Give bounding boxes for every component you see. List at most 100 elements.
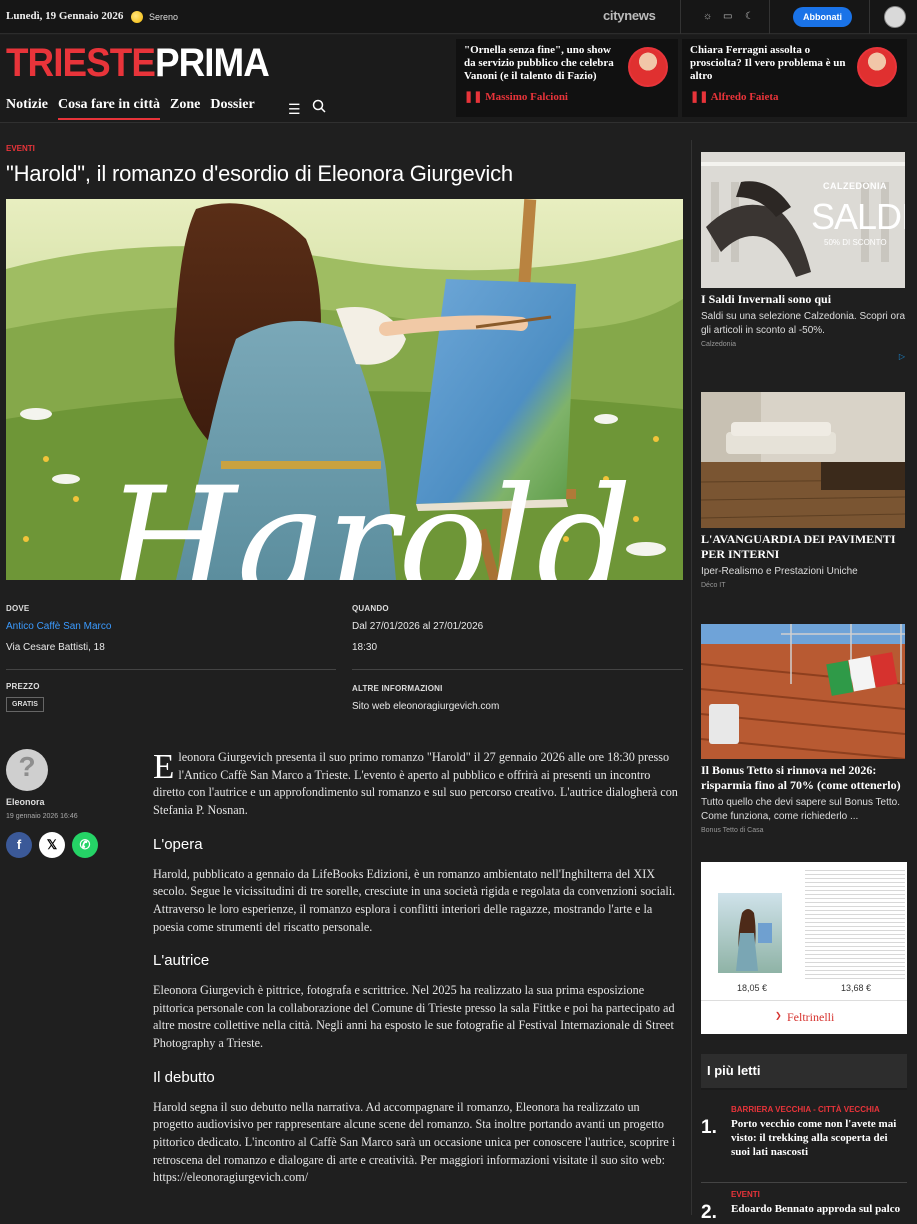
divider <box>769 0 770 34</box>
ad-image <box>701 392 905 528</box>
logo-red-part: TRIESTE <box>6 41 156 85</box>
ad-source: Calzedonia <box>701 341 737 348</box>
hero-script-text: Harold <box>103 456 632 580</box>
intro-paragraph: Eleonora Giurgevich presenta il suo prim… <box>153 747 678 818</box>
ad-title[interactable]: L'AVANGUARDIA DEI PAVIMENTI PER INTERNI <box>701 532 907 562</box>
event-info: DOVE Antico Caffè San Marco Via Cesare B… <box>6 592 683 732</box>
sun-icon[interactable]: ☼ <box>703 11 712 22</box>
author-avatar[interactable] <box>6 749 48 791</box>
section-paragraph: Eleonora Giurgevich è pittrice, fotograf… <box>153 983 675 1051</box>
monitor-icon[interactable]: ▭ <box>723 11 732 22</box>
rank-number: 2. <box>701 1202 717 1223</box>
ad-subline: 50% DI SCONTO <box>824 238 887 247</box>
site-header: TRIESTEPRIMA Notizie Cosa fare in città … <box>0 35 917 123</box>
venue-address: Via Cesare Battisti, 18 <box>6 642 105 653</box>
main-nav: Notizie Cosa fare in città Zone Dossier … <box>6 97 326 120</box>
dropcap: E <box>153 747 175 786</box>
when-label: QUANDO <box>352 604 389 613</box>
most-read-title: I più letti <box>707 1063 761 1078</box>
section-paragraph: Harold segna il suo debutto nella narrat… <box>153 1099 676 1185</box>
current-date: Lunedì, 19 Gennaio 2026 <box>6 10 124 22</box>
promo-card[interactable]: Chiara Ferragni assolta o prosciolta? Il… <box>682 39 907 117</box>
item-category[interactable]: EVENTI <box>731 1190 760 1199</box>
ad-headline: SALDI <box>811 196 905 237</box>
author-avatar <box>857 47 897 87</box>
price-right: 13,68 € <box>841 983 872 993</box>
article-category[interactable]: EVENTI <box>6 144 35 153</box>
info-other: ALTRE INFORMAZIONI Sito web eleonoragiur… <box>352 684 499 712</box>
ad-source: Déco IT <box>701 582 726 589</box>
website-link[interactable]: eleonoragiurgevich.com <box>393 701 499 712</box>
section-heading: Il debutto <box>153 1068 215 1086</box>
promo-title: "Ornella senza fine", uno show da serviz… <box>464 44 614 82</box>
ad-text: Iper-Realismo e Prestazioni Uniche <box>701 566 858 577</box>
column-divider <box>691 140 692 1215</box>
author-name[interactable]: Eleonora <box>6 797 146 807</box>
most-read-header: I più letti <box>701 1054 907 1090</box>
author-box: Eleonora 19 gennaio 2026 16:46 f 𝕏 ✆ <box>6 749 146 858</box>
author-avatar <box>628 47 668 87</box>
weather-label: Sereno <box>149 12 179 22</box>
section-paragraph: Harold, pubblicato a gennaio da LifeBook… <box>153 866 676 934</box>
nav-cosa-fare[interactable]: Cosa fare in città <box>57 97 160 120</box>
citynews-logo[interactable]: citynews <box>603 8 656 23</box>
logo-white-part: PRIMA <box>154 41 270 85</box>
subscribe-button[interactable]: Abbonati <box>793 7 852 27</box>
hero-image: Harold <box>6 199 683 580</box>
venue-link[interactable]: Antico Caffè San Marco <box>6 621 111 632</box>
price-left: 18,05 € <box>737 983 768 993</box>
article-title: "Harold", il romanzo d'esordio di Eleono… <box>6 161 513 186</box>
divider <box>701 1000 907 1001</box>
ad-title[interactable]: Il Bonus Tetto si rinnova nel 2026: risp… <box>701 763 907 793</box>
facebook-share-icon[interactable]: f <box>6 832 32 858</box>
ad-text: Tutto quello che devi sapere sul Bonus T… <box>701 797 901 822</box>
sun-weather-icon <box>131 11 143 23</box>
ad-pavimenti[interactable]: ▷ L'AVANGUARDIA DEI PAVIMENTI PER INTERN… <box>701 392 907 589</box>
article: EVENTI "Harold", il romanzo d'esordio di… <box>0 124 690 1215</box>
search-icon[interactable] <box>312 99 326 116</box>
ad-title[interactable]: I Saldi Invernali sono qui <box>701 292 907 307</box>
info-where: DOVE Antico Caffè San Marco Via Cesare B… <box>6 604 111 653</box>
nav-dossier[interactable]: Dossier <box>210 97 254 120</box>
ad-calzedonia[interactable]: ▷ CALZEDONIA SALDI 50% DI SCONTO I Saldi… <box>701 152 907 361</box>
user-account-icon[interactable] <box>884 6 906 28</box>
ad-bonus-tetto[interactable]: Il Bonus Tetto si rinnova nel 2026: risp… <box>701 624 907 834</box>
item-title[interactable]: Porto vecchio come non l'avete mai visto… <box>731 1117 907 1159</box>
promo-author: ❚❚ Alfredo Faieta <box>690 91 779 103</box>
whatsapp-share-icon[interactable]: ✆ <box>72 832 98 858</box>
top-bar: Lunedì, 19 Gennaio 2026 Sereno citynews … <box>0 0 917 34</box>
promo-card[interactable]: "Ornella senza fine", uno show da serviz… <box>456 39 678 117</box>
ad-text: Saldi su una selezione Calzedonia. Scopr… <box>701 311 906 336</box>
ad-feltrinelli[interactable]: 18,05 € 13,68 € ❯ Feltrinelli <box>701 862 907 1034</box>
nav-zone[interactable]: Zone <box>170 97 200 120</box>
item-category[interactable]: BARRIERA VECCHIA - CITTÀ VECCHIA <box>731 1105 880 1114</box>
rank-number: 1. <box>701 1117 717 1138</box>
event-dates: Dal 27/01/2026 al 27/01/2026 <box>352 621 484 632</box>
ad-brand: CALZEDONIA <box>823 181 887 191</box>
divider <box>869 0 870 34</box>
promo-title: Chiara Ferragni assolta o prosciolta? Il… <box>690 44 846 82</box>
item-title[interactable]: Edoardo Bennato approda sul palco <box>731 1202 907 1216</box>
divider <box>680 0 681 34</box>
ad-source: Bonus Tetto di Casa <box>701 827 764 834</box>
moon-icon[interactable]: ☾ <box>745 11 754 22</box>
book-cover <box>718 893 782 973</box>
menu-icon[interactable]: ☰ <box>288 101 301 118</box>
price-label: PREZZO <box>6 682 40 691</box>
promo-author: ❚❚ Massimo Falcioni <box>464 91 568 103</box>
divider <box>352 669 683 670</box>
ad-image: CALZEDONIA SALDI 50% DI SCONTO <box>701 152 905 288</box>
divider <box>701 1182 907 1183</box>
website-line: Sito web eleonoragiurgevich.com <box>352 701 500 712</box>
x-share-icon[interactable]: 𝕏 <box>39 832 65 858</box>
ad-image <box>701 624 905 759</box>
ad-choices-icon[interactable]: ▷ <box>899 352 905 361</box>
site-logo[interactable]: TRIESTEPRIMA <box>6 41 270 86</box>
info-when: QUANDO Dal 27/01/2026 al 27/01/2026 18:3… <box>352 604 483 653</box>
info-price: PREZZO GRATIS <box>6 682 44 712</box>
price-badge: GRATIS <box>6 697 44 712</box>
nav-notizie[interactable]: Notizie <box>6 97 48 120</box>
other-info-label: ALTRE INFORMAZIONI <box>352 684 443 693</box>
divider <box>6 669 336 670</box>
ad-brand: Feltrinelli <box>787 1010 835 1024</box>
